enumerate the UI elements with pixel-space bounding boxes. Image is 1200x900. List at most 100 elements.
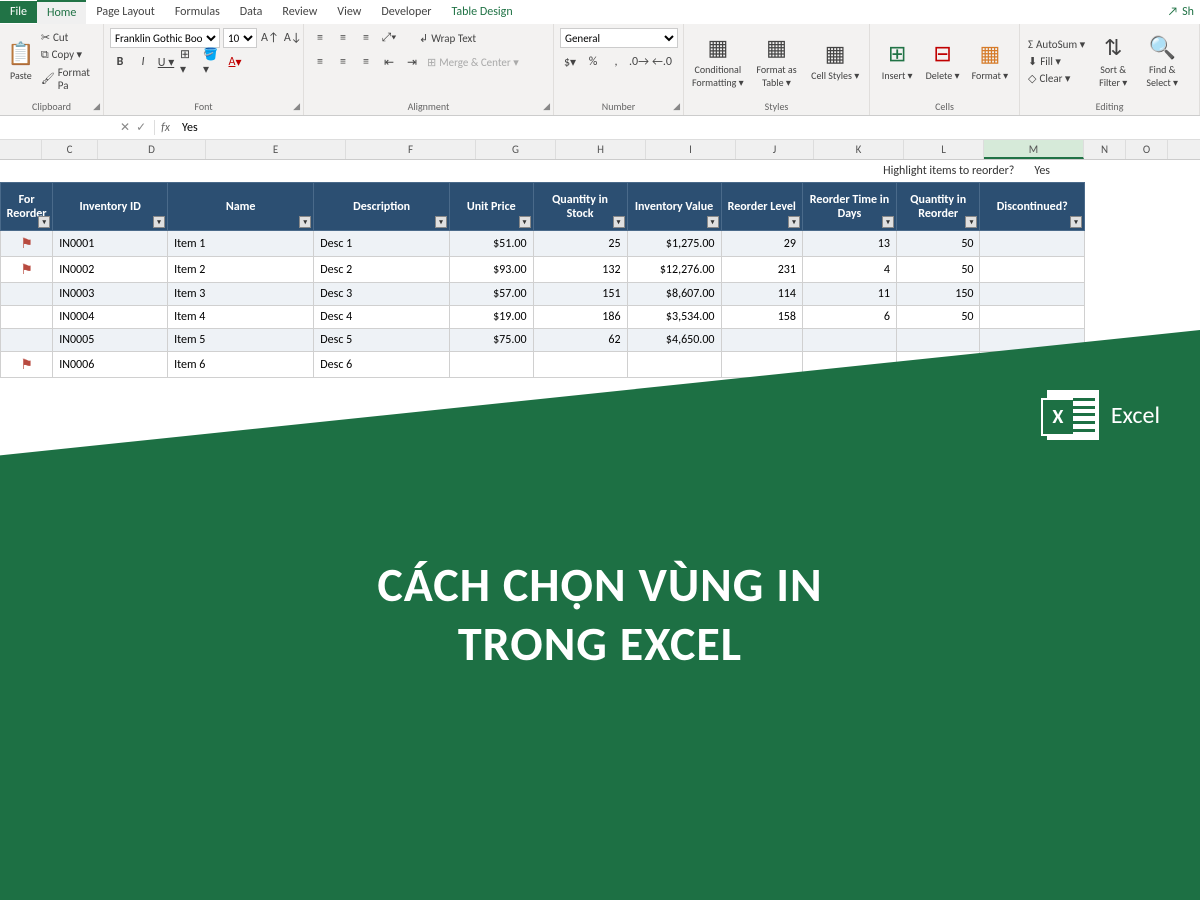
- font-launcher-icon[interactable]: ◢: [293, 101, 300, 112]
- filter-icon[interactable]: ▾: [613, 216, 625, 228]
- table-header[interactable]: Inventory Value▾: [627, 183, 721, 231]
- table-row[interactable]: IN0004Item 4Desc 4$19.00186$3,534.001586…: [1, 306, 1085, 329]
- colhdr-h[interactable]: H: [556, 140, 646, 159]
- table-cell[interactable]: [896, 329, 980, 352]
- filter-icon[interactable]: ▾: [38, 216, 50, 228]
- fx-icon[interactable]: fx: [155, 121, 176, 135]
- colhdr-l[interactable]: L: [904, 140, 984, 159]
- colhdr-k[interactable]: K: [814, 140, 904, 159]
- accept-formula-icon[interactable]: ✓: [136, 120, 146, 135]
- table-cell[interactable]: [627, 352, 721, 378]
- filter-icon[interactable]: ▾: [1070, 216, 1082, 228]
- table-cell[interactable]: IN0002: [53, 257, 168, 283]
- tab-table-design[interactable]: Table Design: [441, 1, 522, 23]
- table-cell[interactable]: Desc 1: [314, 231, 450, 257]
- table-cell[interactable]: [980, 306, 1085, 329]
- increase-decimal-icon[interactable]: .0→: [629, 52, 649, 72]
- table-cell[interactable]: 231: [721, 257, 802, 283]
- table-cell[interactable]: [533, 352, 627, 378]
- table-cell[interactable]: 50: [896, 306, 980, 329]
- table-cell[interactable]: IN0003: [53, 283, 168, 306]
- format-as-table-button[interactable]: ▦Format as Table ▾: [749, 28, 805, 94]
- align-center-icon[interactable]: ≡: [333, 52, 353, 72]
- align-bottom-icon[interactable]: ≡: [356, 28, 376, 48]
- delete-button[interactable]: ⊟Delete ▾: [921, 28, 963, 94]
- worksheet[interactable]: Highlight items to reorder? Yes For Reor…: [0, 160, 1200, 378]
- table-cell[interactable]: $75.00: [450, 329, 534, 352]
- table-cell[interactable]: ⚑: [1, 352, 53, 378]
- table-cell[interactable]: 158: [721, 306, 802, 329]
- font-size-select[interactable]: 10: [223, 28, 257, 48]
- cut-button[interactable]: ✂Cut: [39, 30, 97, 45]
- table-row[interactable]: ⚑IN0001Item 1Desc 1$51.0025$1,275.002913…: [1, 231, 1085, 257]
- decrease-font-icon[interactable]: A↓: [283, 28, 303, 48]
- autosum-button[interactable]: ΣAutoSum ▾: [1026, 37, 1087, 52]
- filter-icon[interactable]: ▾: [788, 216, 800, 228]
- copy-button[interactable]: ⧉Copy ▾: [39, 47, 97, 63]
- share-button[interactable]: ↗ Sh: [1162, 1, 1200, 23]
- alignment-launcher-icon[interactable]: ◢: [543, 101, 550, 112]
- sort-filter-button[interactable]: ⇅Sort & Filter ▾: [1090, 28, 1136, 94]
- table-header[interactable]: Quantity in Reorder▾: [896, 183, 980, 231]
- table-cell[interactable]: Desc 2: [314, 257, 450, 283]
- filter-icon[interactable]: ▾: [882, 216, 894, 228]
- table-header[interactable]: Description▾: [314, 183, 450, 231]
- colhdr-g[interactable]: G: [476, 140, 556, 159]
- colhdr-blank[interactable]: [0, 140, 42, 159]
- table-cell[interactable]: [1, 306, 53, 329]
- table-header[interactable]: Name▾: [168, 183, 314, 231]
- table-cell[interactable]: $4,650.00: [627, 329, 721, 352]
- table-cell[interactable]: Item 1: [168, 231, 314, 257]
- paste-button[interactable]: 📋 Paste: [6, 28, 36, 94]
- table-cell[interactable]: Desc 6: [314, 352, 450, 378]
- table-cell[interactable]: $8,607.00: [627, 283, 721, 306]
- filter-icon[interactable]: ▾: [965, 216, 977, 228]
- table-cell[interactable]: $51.00: [450, 231, 534, 257]
- table-cell[interactable]: 62: [533, 329, 627, 352]
- table-cell[interactable]: Desc 5: [314, 329, 450, 352]
- table-cell[interactable]: $3,534.00: [627, 306, 721, 329]
- tab-review[interactable]: Review: [272, 1, 327, 23]
- format-button[interactable]: ▦Format ▾: [967, 28, 1013, 94]
- colhdr-m-active[interactable]: M: [984, 140, 1084, 159]
- table-cell[interactable]: ⚑: [1, 231, 53, 257]
- align-middle-icon[interactable]: ≡: [333, 28, 353, 48]
- table-cell[interactable]: 11: [802, 283, 896, 306]
- table-cell[interactable]: $57.00: [450, 283, 534, 306]
- underline-button[interactable]: U ▾: [156, 52, 176, 72]
- table-cell[interactable]: [802, 329, 896, 352]
- table-cell[interactable]: Item 3: [168, 283, 314, 306]
- italic-button[interactable]: I: [133, 52, 153, 72]
- cancel-formula-icon[interactable]: ✕: [120, 120, 130, 135]
- table-cell[interactable]: Item 5: [168, 329, 314, 352]
- tab-page-layout[interactable]: Page Layout: [86, 1, 164, 23]
- bold-button[interactable]: B: [110, 52, 130, 72]
- colhdr-i[interactable]: I: [646, 140, 736, 159]
- table-cell[interactable]: [980, 283, 1085, 306]
- table-header[interactable]: Inventory ID▾: [53, 183, 168, 231]
- increase-font-icon[interactable]: A↑: [260, 28, 280, 48]
- comma-format-icon[interactable]: ,: [606, 52, 626, 72]
- percent-format-icon[interactable]: %: [583, 52, 603, 72]
- colhdr-f[interactable]: F: [346, 140, 476, 159]
- table-header[interactable]: For Reorder▾: [1, 183, 53, 231]
- colhdr-j[interactable]: J: [736, 140, 814, 159]
- fill-button[interactable]: ⬇Fill ▾: [1026, 54, 1087, 69]
- table-cell[interactable]: 13: [802, 231, 896, 257]
- filter-icon[interactable]: ▾: [707, 216, 719, 228]
- table-cell[interactable]: [721, 329, 802, 352]
- table-cell[interactable]: 29: [721, 231, 802, 257]
- table-cell[interactable]: Desc 4: [314, 306, 450, 329]
- table-cell[interactable]: ⚑: [1, 257, 53, 283]
- table-header[interactable]: Unit Price▾: [450, 183, 534, 231]
- table-cell[interactable]: 151: [533, 283, 627, 306]
- table-cell[interactable]: 150: [896, 283, 980, 306]
- table-cell[interactable]: Item 2: [168, 257, 314, 283]
- accounting-format-icon[interactable]: $▾: [560, 52, 580, 72]
- conditional-formatting-button[interactable]: ▦Conditional Formatting ▾: [690, 28, 746, 94]
- clear-button[interactable]: ◇Clear ▾: [1026, 71, 1087, 86]
- filter-icon[interactable]: ▾: [519, 216, 531, 228]
- table-cell[interactable]: $93.00: [450, 257, 534, 283]
- table-cell[interactable]: [980, 231, 1085, 257]
- table-cell[interactable]: 25: [533, 231, 627, 257]
